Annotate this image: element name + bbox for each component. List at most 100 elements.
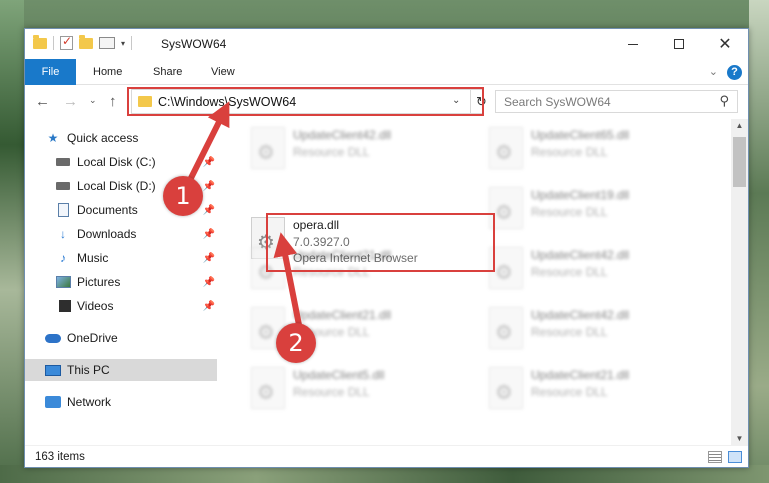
cloud-shape (45, 333, 61, 343)
opera-dll-highlight (266, 213, 495, 272)
vertical-scrollbar[interactable]: ▲ ▼ (731, 119, 748, 445)
sidebar-item-videos[interactable]: Videos 📌 (25, 295, 217, 317)
tab-view[interactable]: View (211, 59, 235, 85)
sidebar-item-pictures[interactable]: Pictures 📌 (25, 271, 217, 293)
sidebar-item-downloads[interactable]: ↓ Downloads 📌 (25, 223, 217, 245)
help-icon[interactable]: ? (727, 65, 742, 80)
desktop-background-left (0, 0, 24, 483)
expand-ribbon-chevron-icon[interactable]: ⌄ (709, 65, 718, 78)
folder-icon[interactable] (33, 34, 47, 49)
close-icon: ✕ (718, 36, 732, 53)
file-tile[interactable]: ⚙ UpdateClient42.dll Resource DLL (243, 123, 473, 175)
up-arrow-icon[interactable]: ↑ (109, 93, 117, 110)
toolbar-divider (53, 36, 54, 50)
sidebar-item-music[interactable]: ♪ Music 📌 (25, 247, 217, 269)
file-explorer-window: ▾ SysWOW64 ✕ File Home Share View ⌄ ? ← … (24, 28, 749, 468)
dll-file-icon: ⚙ (251, 127, 285, 169)
new-folder-icon[interactable] (79, 34, 93, 49)
search-input[interactable]: Search SysWOW64 ⚲ (495, 90, 738, 113)
view-options-icon[interactable] (99, 37, 115, 49)
file-name: UpdateClient19.dll (531, 188, 630, 202)
this-pc-icon (45, 363, 61, 377)
file-tile[interactable]: ⚙ UpdateClient5.dll Resource DLL (243, 363, 473, 415)
file-tile[interactable]: ⚙ UpdateClient21.dll Resource DLL (481, 363, 711, 415)
toolbar-divider (131, 36, 133, 50)
scroll-down-icon[interactable]: ▼ (731, 434, 748, 443)
pin-icon: 📌 (202, 300, 215, 312)
sidebar-item-this-pc[interactable]: This PC (25, 359, 217, 381)
file-tile[interactable]: ⚙ UpdateClient65.dll Resource DLL (481, 123, 711, 175)
tab-file[interactable]: File (25, 59, 76, 85)
search-placeholder: Search SysWOW64 (504, 95, 611, 109)
gear-icon: ⚙ (257, 382, 275, 404)
onedrive-icon (45, 331, 61, 345)
network-shape (45, 396, 61, 408)
back-arrow-icon[interactable]: ← (35, 93, 50, 110)
desktop-background-right (749, 0, 769, 483)
file-list: ⚙ UpdateClient42.dll Resource DLL ⚙ Upda… (233, 119, 733, 445)
file-tile[interactable]: ⚙ UpdateClient42.dll Resource DLL (481, 243, 711, 295)
gear-icon: ⚙ (495, 202, 513, 224)
customize-toolbar-dropdown[interactable]: ▾ (121, 39, 125, 48)
sidebar-item-label: Local Disk (C:) (77, 155, 156, 169)
file-description: Resource DLL (531, 145, 608, 159)
status-bar: 163 items (25, 445, 748, 467)
sidebar-item-onedrive[interactable]: OneDrive (25, 327, 217, 349)
forward-arrow-icon[interactable]: → (63, 93, 78, 110)
large-icons-view-icon[interactable] (728, 451, 742, 463)
pin-icon: 📌 (202, 228, 215, 240)
step-badge-1: 1 (163, 176, 203, 216)
star-icon: ★ (47, 131, 59, 145)
gear-icon: ⚙ (495, 322, 513, 344)
file-name: UpdateClient65.dll (531, 128, 630, 142)
drive-icon (55, 179, 71, 193)
monitor-shape (45, 364, 61, 376)
tab-home[interactable]: Home (93, 59, 122, 85)
search-icon[interactable]: ⚲ (719, 93, 729, 109)
details-view-icon[interactable] (708, 451, 722, 463)
sidebar-item-network[interactable]: Network (25, 391, 217, 413)
quick-access-toolbar: ▾ (33, 34, 133, 50)
address-bar-highlight (127, 87, 484, 116)
dll-file-icon: ⚙ (489, 367, 523, 409)
sidebar-item-label: Downloads (77, 227, 137, 241)
documents-shape (57, 203, 69, 217)
file-tile[interactable]: ⚙ UpdateClient42.dll Resource DLL (481, 303, 711, 355)
sidebar-item-label: Local Disk (D:) (77, 179, 156, 193)
videos-icon (55, 299, 71, 313)
recent-locations-dropdown[interactable]: ⌄ (89, 95, 97, 106)
sidebar-item-local-disk-c[interactable]: Local Disk (C:) 📌 (25, 151, 217, 173)
drive-shape (56, 158, 70, 166)
gear-icon: ⚙ (495, 382, 513, 404)
file-name: UpdateClient21.dll (293, 308, 392, 322)
step-badge-2: 2 (276, 323, 316, 363)
gear-icon: ⚙ (257, 322, 275, 344)
close-button[interactable]: ✕ (702, 29, 748, 59)
music-icon: ♪ (60, 251, 66, 265)
scrollbar-thumb[interactable] (733, 137, 746, 187)
tab-share[interactable]: Share (153, 59, 182, 85)
sidebar-item-label: Documents (77, 203, 138, 217)
file-name: UpdateClient42.dll (531, 308, 630, 322)
sidebar-item-label: Pictures (77, 275, 121, 289)
title-bar: ▾ SysWOW64 ✕ (25, 29, 748, 59)
item-count: 163 items (35, 451, 85, 463)
ribbon-tabs: File Home Share View ⌄ ? (25, 59, 748, 85)
documents-icon (55, 203, 71, 217)
sidebar-item-label: This PC (67, 363, 110, 377)
gear-icon: ⚙ (257, 142, 275, 164)
properties-check-icon[interactable] (60, 34, 73, 50)
dll-file-icon: ⚙ (251, 367, 285, 409)
maximize-button[interactable] (656, 29, 702, 59)
sidebar-item-quick-access[interactable]: ★ Quick access (25, 127, 217, 149)
minimize-button[interactable] (610, 29, 656, 59)
sidebar-item-label: Music (77, 251, 109, 265)
file-tile[interactable]: ⚙ UpdateClient19.dll Resource DLL (481, 183, 711, 235)
file-name: UpdateClient42.dll (293, 128, 392, 142)
sidebar-item-label: OneDrive (67, 331, 118, 345)
gear-icon: ⚙ (495, 142, 513, 164)
sidebar-item-label: Videos (77, 299, 114, 313)
dll-file-icon: ⚙ (489, 127, 523, 169)
pin-icon: 📌 (202, 180, 215, 192)
scroll-up-icon[interactable]: ▲ (731, 121, 748, 130)
